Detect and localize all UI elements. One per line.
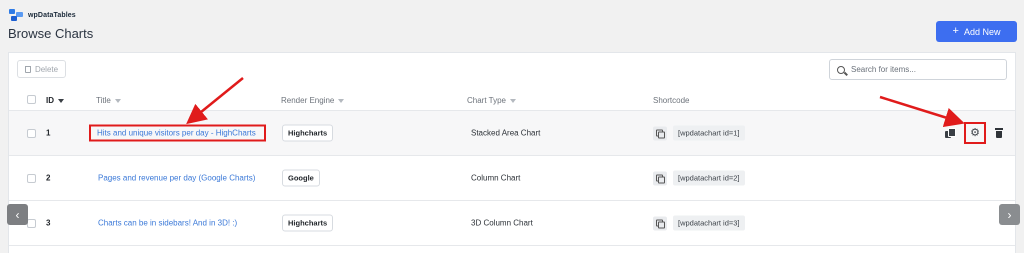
copy-icon[interactable] xyxy=(653,216,667,230)
table-row: 2 Pages and revenue per day (Google Char… xyxy=(9,156,1015,201)
sort-caret-icon xyxy=(509,98,516,103)
shortcode: [wpdatachart id=2] xyxy=(653,170,745,186)
table-row: 1 Hits and unique visitors per day - Hig… xyxy=(9,111,1015,156)
column-header-title[interactable]: Title xyxy=(96,96,121,105)
chevron-left-icon[interactable]: ‹ xyxy=(7,204,28,225)
column-header-engine[interactable]: Render Engine xyxy=(281,96,345,105)
column-header-engine-label: Render Engine xyxy=(281,96,335,105)
wpdatatables-logo-icon xyxy=(9,9,23,21)
column-header-shortcode: Shortcode xyxy=(653,96,689,105)
row-id: 3 xyxy=(46,218,51,228)
table-row: 3 Charts can be in sidebars! And in 3D! … xyxy=(9,201,1015,246)
sort-caret-icon xyxy=(114,98,121,103)
sort-caret-icon xyxy=(338,98,345,103)
column-header-shortcode-label: Shortcode xyxy=(653,96,690,105)
plus-icon: + xyxy=(952,25,959,37)
add-new-button[interactable]: + Add New xyxy=(936,21,1017,42)
row-actions: ⚙ xyxy=(945,122,1003,144)
chevron-right-icon[interactable]: › xyxy=(999,204,1020,225)
add-new-label: Add New xyxy=(963,26,1001,37)
column-header-type[interactable]: Chart Type xyxy=(467,96,516,105)
copy-icon[interactable] xyxy=(653,171,667,185)
brand: wpDataTables xyxy=(9,9,76,21)
search-icon xyxy=(837,65,845,74)
shortcode-text: [wpdatachart id=3] xyxy=(673,215,745,231)
chart-type: 3D Column Chart xyxy=(471,218,533,228)
copy-icon[interactable] xyxy=(653,126,667,140)
shortcode: [wpdatachart id=1] xyxy=(653,125,745,141)
chart-title-link[interactable]: Hits and unique visitors per day - HighC… xyxy=(89,124,266,142)
edit-settings-button[interactable]: ⚙ xyxy=(964,122,986,144)
chart-title-link[interactable]: Charts can be in sidebars! And in 3D! :) xyxy=(98,219,237,228)
row-checkbox[interactable] xyxy=(27,174,36,183)
render-engine-badge: Highcharts xyxy=(282,124,334,142)
shortcode-text: [wpdatachart id=2] xyxy=(673,170,745,186)
sort-caret-icon xyxy=(58,98,64,103)
charts-table-card: Delete ID Title Render Engine Chart Type… xyxy=(8,52,1016,253)
row-id: 2 xyxy=(46,173,51,183)
render-engine-badge: Highcharts xyxy=(282,214,334,232)
search-box[interactable] xyxy=(829,59,1007,80)
row-id: 1 xyxy=(46,128,51,138)
column-header-title-label: Title xyxy=(96,96,111,105)
delete-label: Delete xyxy=(34,64,59,74)
render-engine-badge: Google xyxy=(282,169,320,187)
row-checkbox[interactable] xyxy=(27,129,36,138)
gear-icon: ⚙ xyxy=(970,126,980,139)
delete-button[interactable]: Delete xyxy=(17,60,66,78)
table-header: ID Title Render Engine Chart Type Shortc… xyxy=(9,89,1015,111)
chart-title-link[interactable]: Pages and revenue per day (Google Charts… xyxy=(98,174,255,183)
select-all-checkbox[interactable] xyxy=(27,95,36,104)
column-header-id-label: ID xyxy=(46,96,54,105)
trash-icon[interactable] xyxy=(995,128,1003,138)
chart-type: Column Chart xyxy=(471,173,521,183)
duplicate-icon[interactable] xyxy=(945,128,956,138)
chart-type: Stacked Area Chart xyxy=(471,128,541,138)
trash-icon xyxy=(24,65,31,73)
brand-name: wpDataTables xyxy=(28,11,76,19)
column-header-type-label: Chart Type xyxy=(467,96,506,105)
search-input[interactable] xyxy=(851,65,991,74)
shortcode: [wpdatachart id=3] xyxy=(653,215,745,231)
shortcode-text: [wpdatachart id=1] xyxy=(673,125,745,141)
page-title: Browse Charts xyxy=(8,26,94,41)
column-header-id[interactable]: ID xyxy=(46,96,64,105)
row-checkbox[interactable] xyxy=(27,219,36,228)
